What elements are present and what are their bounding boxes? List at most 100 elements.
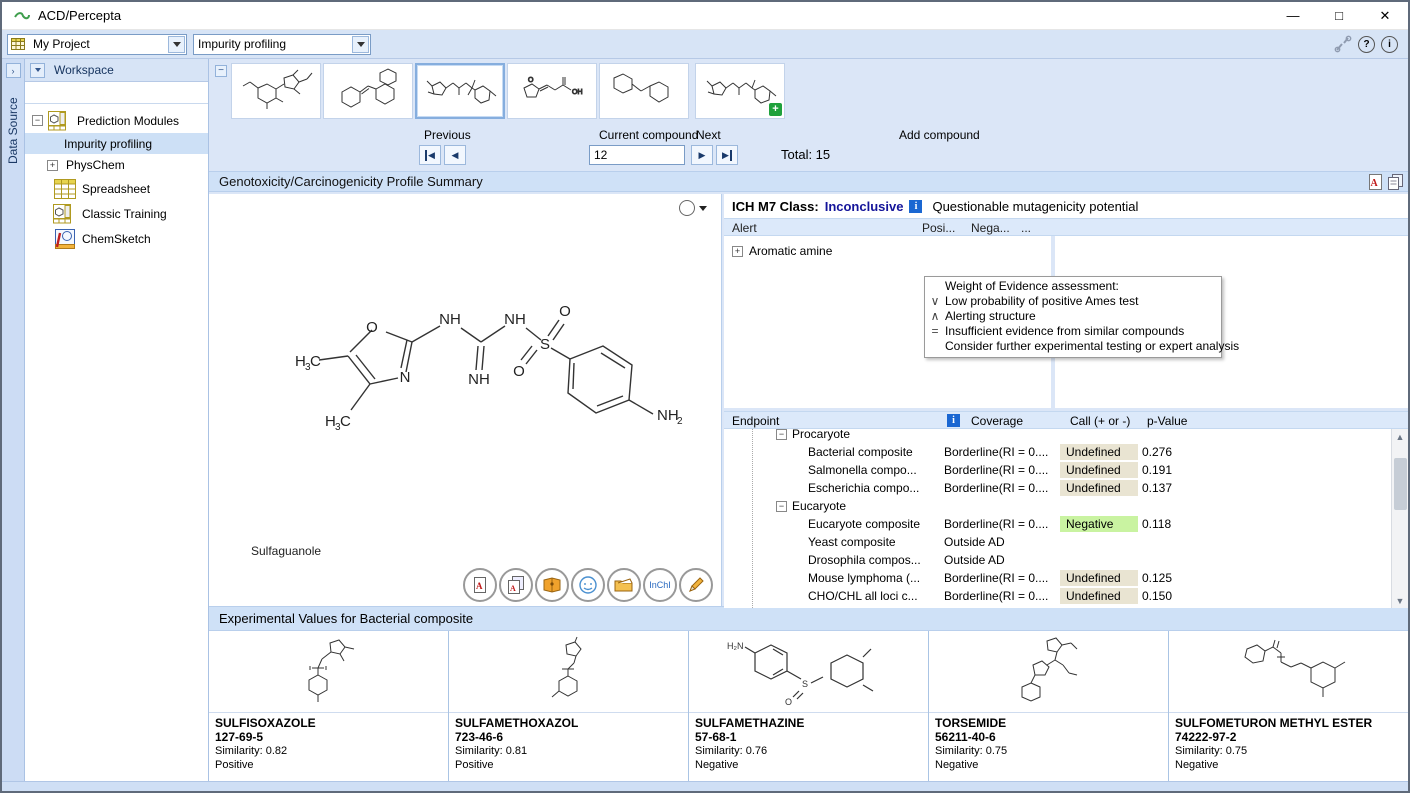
experimental-card[interactable]: SULFOMETURON METHYL ESTER 74222-97-2 Sim… bbox=[1169, 631, 1408, 791]
tree-item-physchem[interactable]: + PhysChem bbox=[25, 154, 208, 176]
close-button[interactable]: ✕ bbox=[1362, 2, 1408, 29]
endpoint-table-header: Endpoint i Coverage Call (+ or -) p-Valu… bbox=[724, 411, 1408, 429]
compound-thumbnail-selected[interactable] bbox=[415, 63, 505, 119]
smiles-button[interactable] bbox=[571, 568, 605, 602]
alert-row-aromatic-amine[interactable]: + Aromatic amine bbox=[732, 244, 832, 258]
tree-item-spreadsheet[interactable]: Spreadsheet bbox=[25, 176, 208, 201]
data-source-expand-icon[interactable]: › bbox=[6, 63, 21, 78]
edit-structure-button[interactable] bbox=[679, 568, 713, 602]
molecule-thumbnail-sulfaguanole bbox=[420, 66, 500, 116]
pvalue: 0.191 bbox=[1142, 463, 1172, 477]
module-select[interactable]: Impurity profiling bbox=[193, 34, 371, 55]
endpoint-row[interactable]: Escherichia compo... Borderline(RI = 0..… bbox=[724, 479, 1408, 497]
inchi-button[interactable]: InChI bbox=[643, 568, 677, 602]
help-icon[interactable]: ? bbox=[1358, 36, 1375, 53]
project-dropdown-arrow-icon[interactable] bbox=[168, 36, 185, 53]
ich-info-icon[interactable]: i bbox=[909, 200, 922, 213]
scroll-down-icon[interactable]: ▼ bbox=[1393, 593, 1408, 608]
endpoint-row[interactable]: Mouse lymphoma (... Borderline(RI = 0...… bbox=[724, 569, 1408, 587]
chevron-down-icon[interactable] bbox=[699, 206, 707, 215]
compound-thumbnail[interactable] bbox=[231, 63, 321, 119]
pdf-report-button[interactable]: A bbox=[463, 568, 497, 602]
endpoint-row[interactable]: Salmonella compo... Borderline(RI = 0...… bbox=[724, 461, 1408, 479]
endpoint-scrollbar[interactable]: ▲ ▼ bbox=[1391, 429, 1408, 608]
previous-compound-button[interactable]: ◀ bbox=[444, 145, 466, 165]
data-source-tab[interactable]: Data Source bbox=[6, 84, 20, 164]
tooltip-text: Weight of Evidence assessment: bbox=[945, 279, 1119, 294]
current-compound-label: Current compound bbox=[599, 128, 698, 142]
project-select[interactable]: My Project bbox=[7, 34, 187, 55]
endpoint-info-icon[interactable]: i bbox=[947, 414, 960, 427]
svg-text:H₂N: H₂N bbox=[727, 641, 744, 651]
alert-column[interactable]: Alert bbox=[732, 221, 757, 235]
endpoint-name: Mouse lymphoma (... bbox=[808, 571, 920, 585]
more-column[interactable]: ... bbox=[1021, 221, 1031, 235]
endpoint-row-eucaryote[interactable]: −Eucaryote bbox=[724, 497, 1408, 515]
tree-item-chemsketch[interactable]: ChemSketch bbox=[25, 226, 208, 251]
tooltip-symbol bbox=[929, 339, 941, 354]
call-column[interactable]: Call (+ or -) bbox=[1070, 414, 1130, 428]
card-call: Positive bbox=[215, 758, 442, 772]
scroll-up-icon[interactable]: ▲ bbox=[1393, 429, 1408, 444]
current-compound-input[interactable] bbox=[589, 145, 685, 165]
card-cas-number: 723-46-6 bbox=[455, 730, 682, 744]
reference-book-button[interactable] bbox=[535, 568, 569, 602]
workspace-panel: Workspace − Prediction Modules Impurity … bbox=[25, 59, 209, 781]
pdf-export-icon[interactable]: A bbox=[1368, 174, 1383, 190]
endpoint-name: Bacterial composite bbox=[808, 445, 913, 459]
structure-select-control[interactable] bbox=[679, 200, 707, 216]
endpoint-row[interactable]: Eucaryote composite Borderline(RI = 0...… bbox=[724, 515, 1408, 533]
endpoint-row[interactable]: CHO/CHL all loci c... Borderline(RI = 0.… bbox=[724, 587, 1408, 605]
scrollbar-thumb[interactable] bbox=[1394, 458, 1407, 510]
endpoint-column[interactable]: Endpoint bbox=[732, 414, 779, 428]
coverage-column[interactable]: Coverage bbox=[971, 414, 1023, 428]
compound-thumbnail[interactable] bbox=[323, 63, 413, 119]
last-compound-button[interactable]: ▶ bbox=[716, 145, 738, 165]
coverage-value: Borderline(RI = 0.... bbox=[944, 463, 1048, 477]
endpoint-table-body: −Procaryote Bacterial composite Borderli… bbox=[724, 429, 1408, 608]
endpoint-row-procaryote[interactable]: −Procaryote bbox=[724, 429, 1408, 443]
wrench-icon[interactable] bbox=[1334, 35, 1352, 53]
module-dropdown-arrow-icon[interactable] bbox=[352, 36, 369, 53]
experimental-card[interactable]: SULFAMETHOXAZOL 723-46-6 Similarity: 0.8… bbox=[449, 631, 689, 791]
module-select-value: Impurity profiling bbox=[194, 37, 352, 51]
expand-plus-icon[interactable]: + bbox=[47, 160, 58, 171]
carousel-collapse-icon[interactable]: − bbox=[215, 65, 227, 77]
negative-column[interactable]: Nega... bbox=[971, 221, 1010, 235]
compound-thumbnail[interactable] bbox=[599, 63, 689, 119]
data-source-strip: › Data Source bbox=[2, 59, 25, 781]
experimental-card[interactable]: SULFISOXAZOLE 127-69-5 Similarity: 0.82 … bbox=[209, 631, 449, 791]
pvalue-column[interactable]: p-Value bbox=[1147, 414, 1187, 428]
open-file-button[interactable] bbox=[607, 568, 641, 602]
pdf-multi-report-button[interactable]: A bbox=[499, 568, 533, 602]
experimental-card[interactable]: H₂N S O bbox=[689, 631, 929, 791]
add-compound-thumbnail[interactable]: + bbox=[695, 63, 785, 119]
tree-item-prediction-modules[interactable]: − Prediction Modules bbox=[25, 108, 208, 133]
endpoint-name: Yeast composite bbox=[808, 535, 896, 549]
title-bar: ACD/Percepta — □ ✕ bbox=[2, 2, 1408, 30]
endpoint-row[interactable]: Bacterial composite Borderline(RI = 0...… bbox=[724, 443, 1408, 461]
expand-plus-icon[interactable]: + bbox=[732, 246, 743, 257]
about-info-icon[interactable]: i bbox=[1381, 36, 1398, 53]
minimize-button[interactable]: — bbox=[1270, 2, 1316, 29]
window-title: ACD/Percepta bbox=[38, 8, 121, 23]
first-compound-button[interactable]: ◀ bbox=[419, 145, 441, 165]
card-similarity: Similarity: 0.82 bbox=[215, 744, 442, 758]
workspace-chevron-down-icon[interactable] bbox=[30, 63, 45, 78]
compound-thumbnail[interactable]: OH O bbox=[507, 63, 597, 119]
tree-item-impurity-profiling[interactable]: Impurity profiling bbox=[25, 133, 208, 154]
molecule-thumbnail-disaccharide bbox=[236, 66, 316, 116]
collapse-minus-icon[interactable]: − bbox=[776, 501, 787, 512]
collapse-minus-icon[interactable]: − bbox=[776, 429, 787, 440]
copy-report-icon[interactable] bbox=[1388, 174, 1403, 190]
experimental-card[interactable]: TORSEMIDE 56211-40-6 Similarity: 0.75 Ne… bbox=[929, 631, 1169, 791]
endpoint-row[interactable]: Drosophila compos... Outside AD bbox=[724, 551, 1408, 569]
maximize-button[interactable]: □ bbox=[1316, 2, 1362, 29]
radio-circle-icon[interactable] bbox=[679, 200, 695, 216]
collapse-minus-icon[interactable]: − bbox=[32, 115, 43, 126]
next-compound-button[interactable]: ▶ bbox=[691, 145, 713, 165]
tree-item-classic-training[interactable]: Classic Training bbox=[25, 201, 208, 226]
summary-header: Genotoxicity/Carcinogenicity Profile Sum… bbox=[209, 171, 1408, 192]
positive-column[interactable]: Posi... bbox=[922, 221, 955, 235]
endpoint-row[interactable]: Yeast composite Outside AD bbox=[724, 533, 1408, 551]
